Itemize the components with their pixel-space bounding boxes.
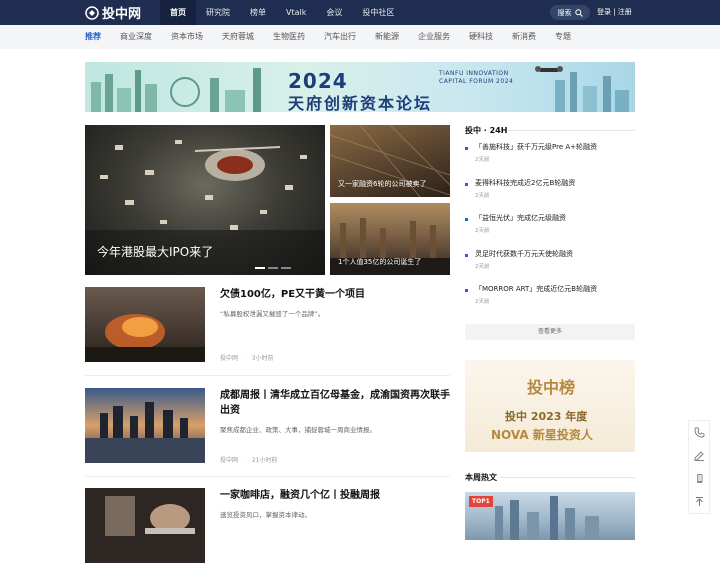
banner-title: 天府创新资本论坛 xyxy=(288,94,433,112)
rank-badge: TOP1 xyxy=(469,496,493,507)
banner-en-line1: TIANFU INNOVATION xyxy=(439,70,509,77)
sidebar-24h-heading: 投中 · 24H xyxy=(465,126,508,135)
category-auto[interactable]: 汽车出行 xyxy=(324,25,356,49)
side-feature-2[interactable]: 1个人值35亿的公司诞生了 xyxy=(330,203,450,275)
nav-conference[interactable]: 会议 xyxy=(316,0,352,25)
news-flash-time: 2天前 xyxy=(475,157,490,163)
mobile-icon[interactable] xyxy=(694,469,705,488)
category-biomedicine[interactable]: 生物医药 xyxy=(273,25,305,49)
article-time: 21小时前 xyxy=(251,457,278,464)
hero-caption[interactable]: 今年港股最大IPO来了 xyxy=(97,243,213,260)
article-meta: 投中网 · 3小时前 xyxy=(220,355,274,362)
ranking-ad[interactable]: 投中榜 投中 2023 年度 NOVA 新星投资人 xyxy=(465,360,635,452)
article-meta: 投中网 · 21小时前 xyxy=(220,457,278,464)
main-nav: 首页 研究院 榜单 Vtalk 会议 投中社区 xyxy=(160,0,404,25)
news-flash-title[interactable]: 灵足时代获数千万元天使轮融资 xyxy=(475,249,573,259)
back-to-top-icon[interactable] xyxy=(694,492,705,511)
category-capital-market[interactable]: 资本市场 xyxy=(171,25,203,49)
search-button[interactable]: 搜索 xyxy=(550,5,590,20)
ad-line2: NOVA 新星投资人 xyxy=(491,428,593,442)
article-title[interactable]: 成都周报丨清华成立百亿母基金，成渝国资再次联手出资 xyxy=(220,388,450,418)
article-item[interactable]: 欠债100亿，PE又干黄一个项目 “私募股权泄漏又摧毁了一个品牌”。 投中网 ·… xyxy=(85,287,450,367)
phone-icon[interactable] xyxy=(694,423,705,442)
category-nav: 推荐 商业深度 资本市场 天府蓉城 生物医药 汽车出行 新能源 企业服务 硬科技… xyxy=(0,25,720,49)
article-title[interactable]: 欠债100亿，PE又干黄一个项目 xyxy=(220,287,450,302)
article-thumbnail[interactable] xyxy=(85,388,205,463)
logo-text: 投中网 xyxy=(102,7,142,22)
search-label: 搜索 xyxy=(557,8,572,17)
article-title[interactable]: 一家咖啡店，融资几个亿丨投融周报 xyxy=(220,488,450,503)
article-summary: 速览投资风口，掌握资本律动。 xyxy=(220,511,311,519)
category-hardtech[interactable]: 硬科技 xyxy=(469,25,493,49)
logo-icon xyxy=(85,5,99,20)
news-flash-time: 2天前 xyxy=(475,264,490,270)
news-flash-title[interactable]: 「益恒光伏」完成亿元级融资 xyxy=(475,213,566,223)
weekly-hot-heading: 本周热文 xyxy=(465,473,497,482)
hero-carousel[interactable]: 今年港股最大IPO来了 xyxy=(85,125,325,275)
article-time: 3小时前 xyxy=(251,355,274,362)
forum-banner[interactable]: 2024 天府创新资本论坛 TIANFU INNOVATION CAPITAL … xyxy=(85,62,635,112)
nav-home[interactable]: 首页 xyxy=(160,0,196,25)
nav-vtalk[interactable]: Vtalk xyxy=(276,0,316,25)
bullet-icon xyxy=(465,289,468,292)
category-business-depth[interactable]: 商业深度 xyxy=(120,25,152,49)
nav-research[interactable]: 研究院 xyxy=(196,0,240,25)
site-logo[interactable]: 投中网 xyxy=(85,4,142,22)
article-item[interactable]: 一家咖啡店，融资几个亿丨投融周报 速览投资风口，掌握资本律动。 xyxy=(85,488,450,563)
side-feature-2-caption[interactable]: 1个人值35亿的公司诞生了 xyxy=(338,257,421,267)
category-new-energy[interactable]: 新能源 xyxy=(375,25,399,49)
bullet-icon xyxy=(465,147,468,150)
nav-community[interactable]: 投中社区 xyxy=(352,0,404,25)
category-tianfu[interactable]: 天府蓉城 xyxy=(222,25,254,49)
news-flash-time: 2天前 xyxy=(475,299,490,305)
side-feature-1-caption[interactable]: 又一家融资6轮的公司被卖了 xyxy=(338,179,426,189)
category-topics[interactable]: 专题 xyxy=(555,25,571,49)
category-recommended[interactable]: 推荐 xyxy=(85,25,101,49)
divider xyxy=(508,130,635,131)
news-flash-title[interactable]: 麦得科科技完成近2亿元B轮融资 xyxy=(475,178,575,188)
news-flash-title[interactable]: 「MORROR ART」完成近亿元B轮融资 xyxy=(475,284,597,294)
article-item[interactable]: 成都周报丨清华成立百亿母基金，成渝国资再次联手出资 聚焦成都企业、政策、大事，捕… xyxy=(85,388,450,468)
bullet-icon xyxy=(465,254,468,257)
floating-toolbar xyxy=(688,420,710,514)
article-thumbnail[interactable] xyxy=(85,287,205,362)
article-summary: “私募股权泄漏又摧毁了一个品牌”。 xyxy=(220,310,325,318)
news-flash-title[interactable]: 「善施科技」获千万元级Pre A+轮融资 xyxy=(475,142,597,152)
ad-brand: 投中榜 xyxy=(527,378,576,397)
top-navbar: 投中网 首页 研究院 榜单 Vtalk 会议 投中社区 搜索 登录 | 注册 xyxy=(0,0,720,25)
search-icon xyxy=(574,8,583,17)
carousel-dot[interactable] xyxy=(281,267,291,269)
ad-line1: 投中 2023 年度 xyxy=(505,410,588,423)
news-flash-time: 2天前 xyxy=(475,228,490,234)
carousel-dot[interactable] xyxy=(255,267,265,269)
banner-english-title: TIANFU INNOVATION CAPITAL FORUM 2024 xyxy=(439,70,513,86)
article-source: 投中网 xyxy=(220,457,239,464)
bullet-icon xyxy=(465,218,468,221)
divider xyxy=(85,375,450,376)
bullet-icon xyxy=(465,183,468,186)
divider xyxy=(500,477,635,478)
hot-article-1[interactable]: TOP1 xyxy=(465,492,635,540)
article-source: 投中网 xyxy=(220,355,239,362)
category-enterprise[interactable]: 企业服务 xyxy=(418,25,450,49)
banner-en-line2: CAPITAL FORUM 2024 xyxy=(439,78,514,85)
edit-icon[interactable] xyxy=(694,446,705,465)
news-flash-time: 2天前 xyxy=(475,193,490,199)
side-feature-1[interactable]: 又一家融资6轮的公司被卖了 xyxy=(330,125,450,197)
carousel-indicators xyxy=(255,267,291,269)
divider xyxy=(85,476,450,477)
carousel-dot[interactable] xyxy=(268,267,278,269)
nav-rankings[interactable]: 榜单 xyxy=(240,0,276,25)
article-thumbnail[interactable] xyxy=(85,488,205,563)
login-register-link[interactable]: 登录 | 注册 xyxy=(597,0,632,25)
view-more-button[interactable]: 查看更多 xyxy=(465,324,635,340)
category-consumer[interactable]: 新消费 xyxy=(512,25,536,49)
article-summary: 聚焦成都企业、政策、大事，捕捉蓉城一周商业情报。 xyxy=(220,426,376,434)
